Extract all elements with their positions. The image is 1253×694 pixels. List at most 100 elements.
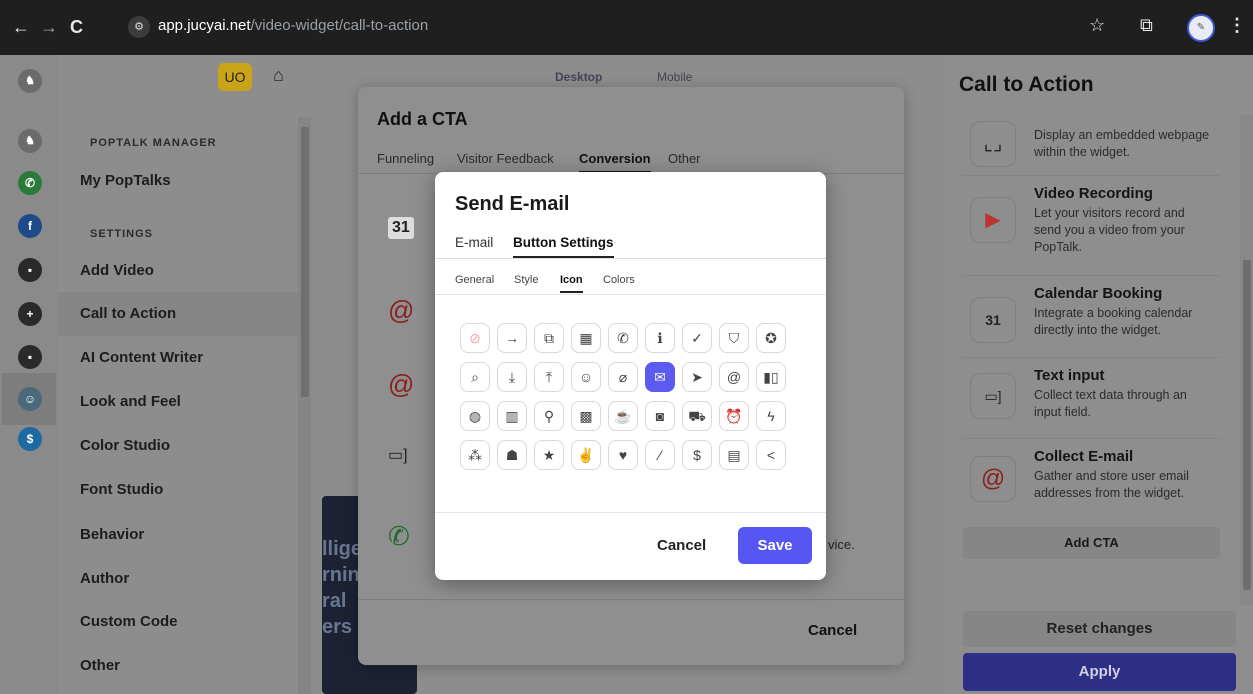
globe-icon[interactable]: ◍	[460, 401, 490, 431]
profile-avatar[interactable]: ✎	[1187, 14, 1215, 42]
tab-funneling[interactable]: Funneling	[377, 151, 434, 166]
image-icon[interactable]: ▩	[571, 401, 601, 431]
dollar-icon[interactable]: $	[18, 427, 42, 451]
subtab-style[interactable]: Style	[514, 274, 538, 286]
tab-button-settings[interactable]: Button Settings	[513, 235, 614, 258]
lightning-icon[interactable]: ϟ	[756, 401, 786, 431]
facebook-icon[interactable]: f	[18, 214, 42, 238]
icon-rail: ♞ ♞ ✆ f ▪ + ▪ ☺ $	[0, 55, 58, 694]
location-pin-icon[interactable]: ⚲	[534, 401, 564, 431]
address-bar[interactable]: ⚙ app.jucyai.net/video-widget/call-to-ac…	[122, 12, 1122, 42]
subtab-icon[interactable]: Icon	[560, 274, 583, 293]
at-sign-icon: @	[388, 295, 415, 325]
sidebar-item-custom-code[interactable]: Custom Code	[58, 600, 298, 644]
camera-icon[interactable]: ◙	[645, 401, 675, 431]
reload-icon[interactable]: C	[70, 17, 83, 37]
upload-icon[interactable]: ⤒	[534, 362, 564, 392]
whatsapp-icon[interactable]: ✆	[18, 171, 42, 195]
sidebar-item-other[interactable]: Other	[58, 644, 298, 688]
section-poptalk-manager: POPTALK MANAGER	[90, 137, 217, 149]
no-icon-option[interactable]: ⊘	[460, 323, 490, 353]
cta-cancel-button[interactable]: Cancel	[808, 622, 857, 639]
user-icon[interactable]: ☗	[497, 440, 527, 470]
map-icon[interactable]: ▥	[497, 401, 527, 431]
subtab-colors[interactable]: Colors	[603, 274, 635, 286]
calendar-icon: 31	[970, 297, 1016, 343]
forward-icon[interactable]: →	[40, 17, 58, 37]
sidebar-item-color-studio[interactable]: Color Studio	[58, 424, 298, 468]
envelope-icon[interactable]: ✉	[645, 362, 675, 392]
divider	[435, 294, 826, 295]
smiley-icon[interactable]: ☺	[571, 362, 601, 392]
calendar-icon: 31	[388, 217, 414, 239]
poptalk-logo-icon[interactable]: ♞	[18, 129, 42, 153]
sidebar-item-behavior[interactable]: Behavior	[58, 513, 298, 557]
subtab-general[interactable]: General	[455, 274, 494, 286]
shield-check-icon[interactable]: ⛉	[719, 323, 749, 353]
contact-icon[interactable]: ▪	[18, 258, 42, 282]
sidebar-item-ai-content-writer[interactable]: AI Content Writer	[58, 336, 298, 380]
calendar-icon[interactable]: ▦	[571, 323, 601, 353]
app-icon[interactable]: ▪	[18, 345, 42, 369]
browser-menu-icon[interactable]: ⋮	[1228, 15, 1246, 36]
cancel-button[interactable]: Cancel	[657, 537, 706, 554]
panel-title: Call to Action	[959, 73, 1094, 96]
sidebar-scrollbar-thumb[interactable]	[301, 127, 309, 397]
desktop-toggle[interactable]: Desktop	[555, 70, 602, 84]
info-icon[interactable]: ℹ	[645, 323, 675, 353]
reset-changes-button[interactable]: Reset changes	[963, 611, 1236, 647]
verified-badge-icon[interactable]: ✪	[756, 323, 786, 353]
option-description: Display an embedded webpage within the w…	[1034, 128, 1210, 159]
phone-icon[interactable]: ✆	[608, 323, 638, 353]
dollar-icon[interactable]: $	[682, 440, 712, 470]
download-icon[interactable]: ⤓	[497, 362, 527, 392]
plus-icon[interactable]: +	[18, 302, 42, 326]
text-input-icon: ▭]	[970, 373, 1016, 419]
check-icon[interactable]: ✓	[682, 323, 712, 353]
coffee-icon[interactable]: ☕	[608, 401, 638, 431]
send-icon[interactable]: ➤	[682, 362, 712, 392]
tab-email[interactable]: E-mail	[455, 235, 493, 250]
panel-scrollbar-thumb[interactable]	[1243, 260, 1251, 590]
home-icon[interactable]: ⌂	[273, 65, 284, 86]
divider	[358, 599, 904, 600]
bookmark-star-icon[interactable]: ☆	[1089, 15, 1105, 36]
star-icon[interactable]: ★	[534, 440, 564, 470]
search-icon[interactable]: ⌕	[460, 362, 490, 392]
cart-icon[interactable]: ⛟	[682, 401, 712, 431]
save-button[interactable]: Save	[738, 527, 812, 564]
user-badge[interactable]: UO	[218, 63, 252, 91]
option-name: Video Recording	[1034, 185, 1153, 202]
tab-other[interactable]: Other	[668, 151, 701, 166]
tab-visitor-feedback[interactable]: Visitor Feedback	[457, 151, 554, 166]
alarm-icon[interactable]: ⏰	[719, 401, 749, 431]
magic-wand-icon[interactable]: ⁄	[645, 440, 675, 470]
at-sign-icon[interactable]: @	[719, 362, 749, 392]
external-link-icon[interactable]: ⧉	[534, 323, 564, 353]
apply-button[interactable]: Apply	[963, 653, 1236, 691]
arrow-right-icon[interactable]: →	[497, 323, 527, 353]
add-cta-button[interactable]: Add CTA	[963, 527, 1220, 559]
tab-conversion[interactable]: Conversion	[579, 151, 651, 173]
share-icon[interactable]: <	[756, 440, 786, 470]
option-name: Calendar Booking	[1034, 285, 1163, 302]
book-icon[interactable]: ▮▯	[756, 362, 786, 392]
group-icon[interactable]: ⁂	[460, 440, 490, 470]
thumbs-up-icon[interactable]: ✌	[571, 440, 601, 470]
chart-icon[interactable]: ▤	[719, 440, 749, 470]
extensions-icon[interactable]: ⧉	[1140, 15, 1153, 36]
sidebar-item-call-to-action[interactable]: Call to Action	[58, 292, 298, 336]
mascot-icon[interactable]: ☺	[18, 387, 42, 411]
sidebar-item-add-video[interactable]: Add Video	[58, 249, 298, 293]
site-info-icon[interactable]: ⚙	[128, 16, 150, 38]
sidebar-item-font-studio[interactable]: Font Studio	[58, 468, 298, 512]
back-icon[interactable]: ←	[12, 17, 30, 37]
paperclip-icon[interactable]: ⌀	[608, 362, 638, 392]
sidebar-item-my-poptalks[interactable]: My PopTalks	[58, 159, 298, 203]
heart-icon[interactable]: ♥	[608, 440, 638, 470]
sidebar-item-author[interactable]: Author	[58, 557, 298, 601]
mobile-toggle[interactable]: Mobile	[657, 70, 692, 84]
at-sign-icon: @	[970, 456, 1016, 502]
divider	[962, 175, 1220, 176]
sidebar-item-look-and-feel[interactable]: Look and Feel	[58, 380, 298, 424]
